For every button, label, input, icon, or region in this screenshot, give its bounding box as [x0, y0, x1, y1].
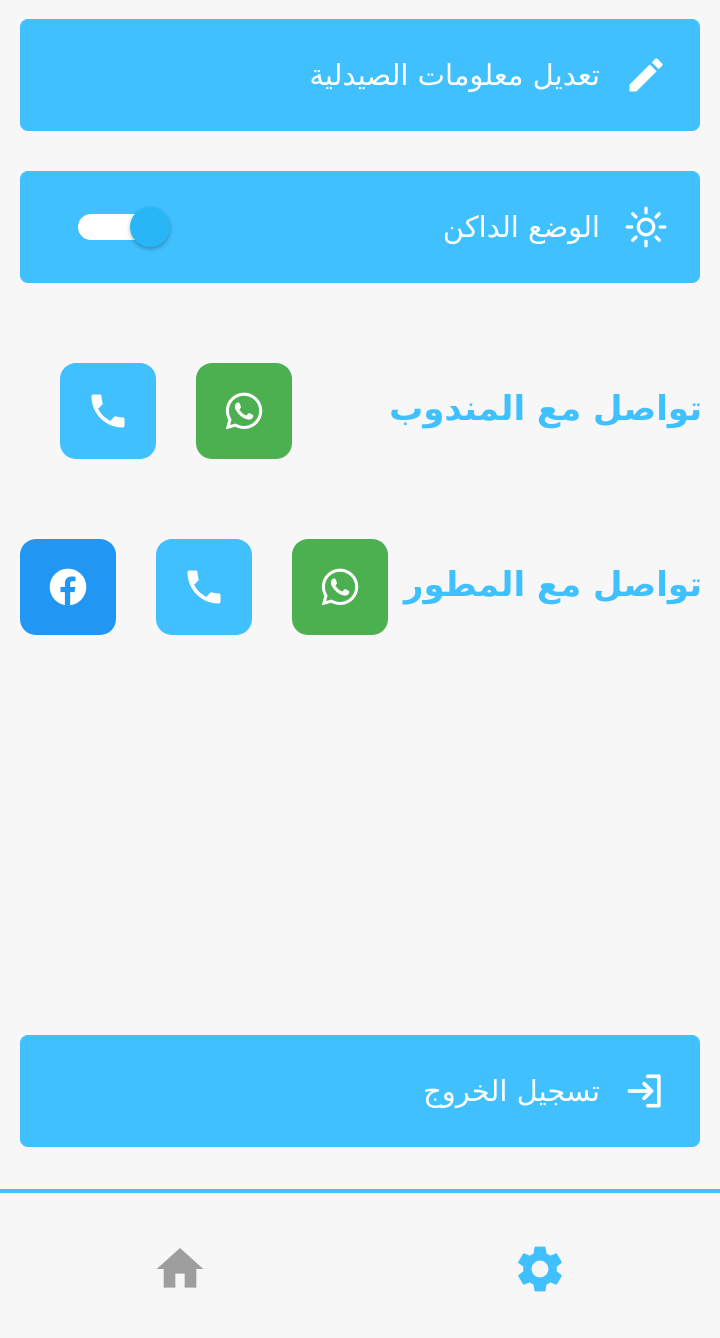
dark-mode-toggle[interactable] [78, 207, 170, 247]
logout-button[interactable]: تسجيل الخروج [20, 1035, 700, 1147]
toggle-knob [130, 207, 170, 247]
whatsapp-icon [222, 389, 266, 433]
developer-facebook-button[interactable] [20, 539, 116, 635]
logout-icon [624, 1069, 668, 1113]
contact-representative-title: تواصل مع المندوب [389, 389, 702, 429]
pencil-icon [624, 53, 668, 97]
gear-icon [512, 1241, 568, 1297]
nav-home[interactable] [152, 1241, 208, 1297]
representative-whatsapp-button[interactable] [196, 363, 292, 459]
representative-phone-button[interactable] [60, 363, 156, 459]
whatsapp-icon [318, 565, 362, 609]
logout-label: تسجيل الخروج [423, 1074, 600, 1108]
dark-mode-label: الوضع الداكن [442, 210, 600, 244]
developer-phone-button[interactable] [156, 539, 252, 635]
nav-settings[interactable] [512, 1241, 568, 1297]
dark-mode-row: الوضع الداكن [20, 171, 700, 283]
developer-whatsapp-button[interactable] [292, 539, 388, 635]
sun-icon [624, 205, 668, 249]
home-icon [152, 1241, 208, 1297]
edit-pharmacy-button[interactable]: تعديل معلومات الصيدلية [20, 19, 700, 131]
phone-icon [86, 389, 130, 433]
contact-developer-title: تواصل مع المطور [403, 565, 702, 605]
phone-icon [182, 565, 226, 609]
bottom-navigation [0, 1189, 720, 1338]
facebook-icon [46, 565, 90, 609]
edit-pharmacy-label: تعديل معلومات الصيدلية [309, 58, 600, 92]
